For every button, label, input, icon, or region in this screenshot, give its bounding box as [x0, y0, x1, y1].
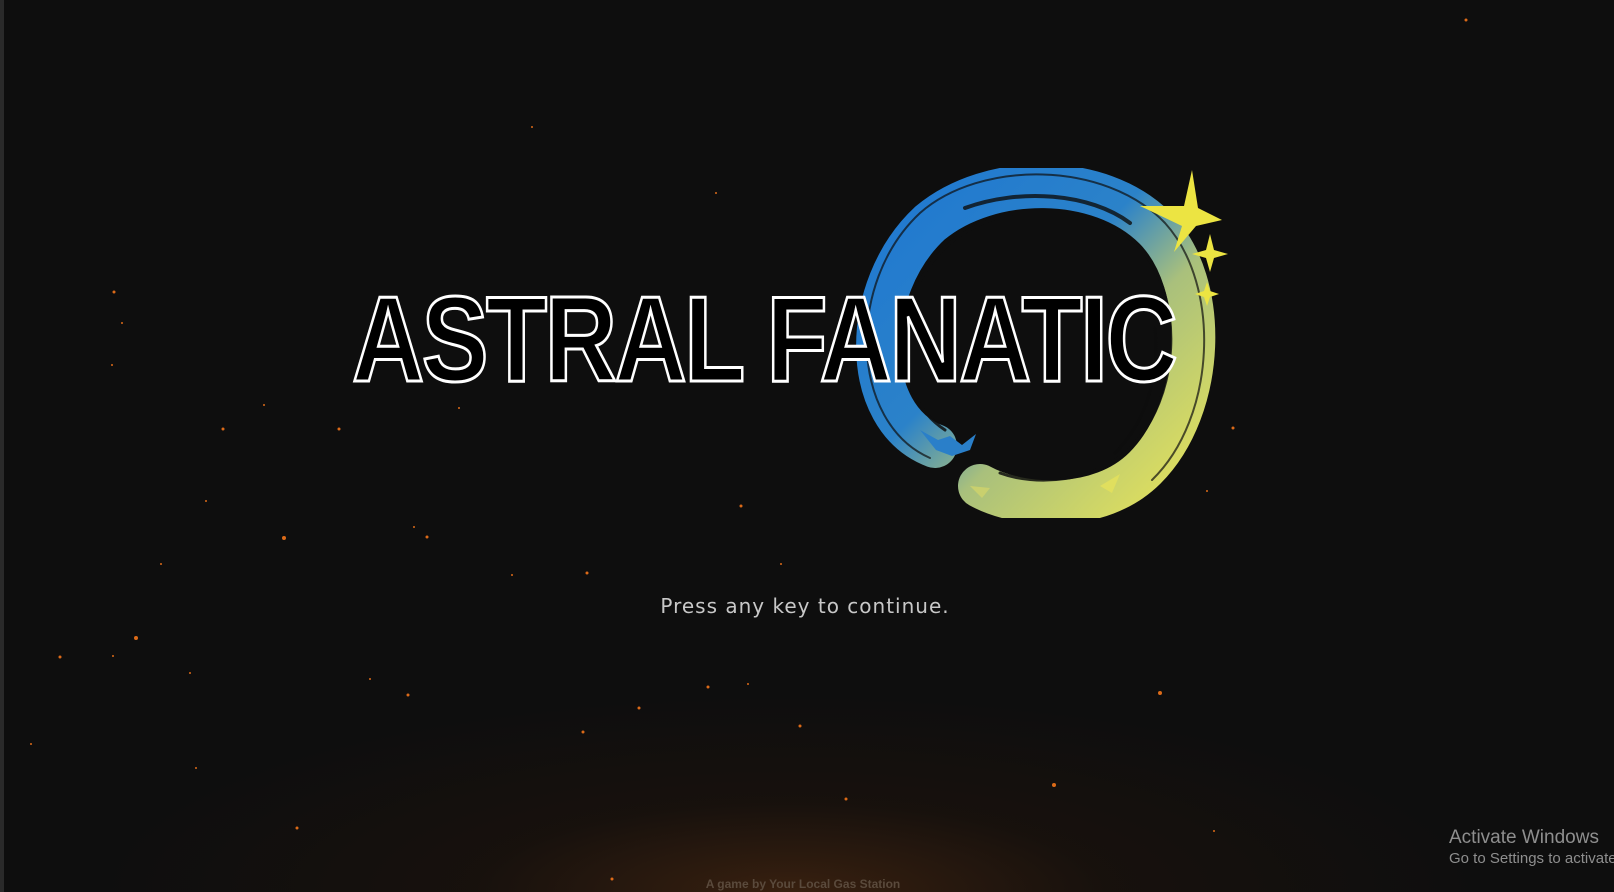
ember-particle [585, 571, 589, 575]
ember-particle [511, 574, 513, 576]
credits-text: A game by Your Local Gas Station [705, 877, 901, 891]
ember-particle [263, 404, 265, 406]
ember-particle [531, 126, 533, 128]
ember-particle [134, 636, 138, 640]
ember-particle [160, 563, 162, 565]
watermark-subtitle: Go to Settings to activate [1449, 850, 1614, 867]
ember-particle [369, 678, 371, 680]
ember-particle [406, 693, 410, 697]
ember-particle [1464, 18, 1468, 22]
ember-particle [189, 672, 191, 674]
ember-particle [195, 767, 197, 769]
ember-particle [413, 526, 415, 528]
ember-particle [112, 290, 116, 294]
ember-particle [295, 826, 299, 830]
ember-particle [121, 322, 123, 324]
ember-particle [58, 655, 62, 659]
title-screen[interactable]: ASTRAL FANATIC Press any key to continue… [0, 0, 1614, 892]
ember-particle [221, 427, 225, 431]
ember-particle [205, 500, 207, 502]
ember-particle [581, 730, 585, 734]
activate-windows-watermark: Activate Windows Go to Settings to activ… [1449, 826, 1614, 868]
ember-particle [1213, 830, 1215, 832]
ember-particle [282, 536, 286, 540]
ember-particle [1158, 691, 1162, 695]
ember-particle [1052, 783, 1056, 787]
ember-particle [844, 797, 848, 801]
watermark-title: Activate Windows [1449, 827, 1599, 848]
ember-particle [111, 364, 113, 366]
ember-particle [780, 563, 782, 565]
ember-particle [747, 683, 749, 685]
press-any-key-prompt: Press any key to continue. [660, 594, 950, 618]
ember-particle [112, 655, 114, 657]
ember-particle [798, 724, 802, 728]
ember-particle [425, 535, 429, 539]
ember-particle [30, 743, 32, 745]
game-title: ASTRAL FANATIC [351, 271, 1179, 407]
ember-particle [637, 706, 641, 710]
ember-particle [706, 685, 710, 689]
